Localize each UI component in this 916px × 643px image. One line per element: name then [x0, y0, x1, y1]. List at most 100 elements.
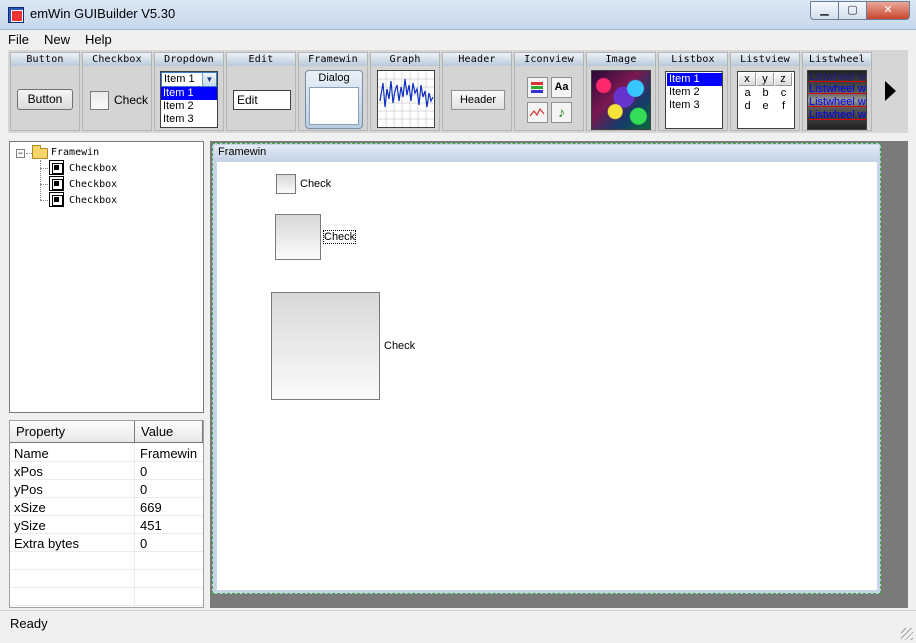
- design-framewin-title[interactable]: Framewin: [214, 145, 879, 160]
- right-edge: [908, 141, 916, 608]
- toolbar-scroll-right-icon[interactable]: [885, 81, 896, 101]
- listwheel-item: Listwheel wid: [809, 96, 866, 108]
- tool-image[interactable]: Image: [586, 52, 656, 131]
- tree-item-checkbox[interactable]: Checkbox: [69, 177, 117, 192]
- property-name: Extra bytes: [14, 536, 80, 551]
- tool-framewin[interactable]: Framewin Dialog: [298, 52, 368, 131]
- dropdown-selected: Item 1 ▼: [161, 72, 217, 87]
- tool-button[interactable]: Button Button: [10, 52, 80, 131]
- framewin-sample: Dialog: [305, 70, 363, 129]
- property-value[interactable]: Framewin: [140, 446, 197, 461]
- menu-help[interactable]: Help: [77, 30, 119, 50]
- property-value[interactable]: 0: [140, 464, 147, 479]
- tool-label: Framewin: [299, 53, 367, 66]
- dropdown-item: Item 2: [163, 100, 194, 112]
- column-header-property[interactable]: Property: [10, 421, 135, 442]
- listview-cell: d: [744, 100, 751, 112]
- chevron-down-icon: ▼: [202, 73, 216, 86]
- column-header-value[interactable]: Value: [135, 421, 203, 442]
- status-text: Ready: [10, 616, 48, 631]
- tool-label: Checkbox: [83, 53, 151, 66]
- design-checkbox-medium[interactable]: [275, 214, 321, 260]
- design-checkbox-small[interactable]: [276, 174, 296, 194]
- checkbox-icon: [49, 160, 64, 175]
- listview-sample: x y z a b c d e f: [737, 71, 795, 129]
- property-row[interactable]: xSize 669: [10, 498, 203, 516]
- tool-label: Iconview: [515, 53, 583, 66]
- tool-listbox[interactable]: Listbox Item 1 Item 2 Item 3: [658, 52, 728, 131]
- design-framewin-client[interactable]: Check Check Check: [217, 162, 877, 590]
- listview-header: x: [739, 73, 756, 86]
- property-name: yPos: [14, 482, 43, 497]
- checkbox-sample-label: Check: [114, 93, 149, 107]
- tree-item-checkbox[interactable]: Checkbox: [69, 161, 117, 176]
- image-sample: [591, 70, 651, 130]
- design-canvas[interactable]: Framewin Check Check Check: [210, 141, 908, 608]
- window-controls: ▁ ▢ ✕: [810, 1, 910, 20]
- resize-grip-icon[interactable]: [901, 628, 913, 640]
- tool-listwheel[interactable]: Listwheel Listwheel wid Listwheel wid Li…: [802, 52, 872, 131]
- tool-iconview[interactable]: Iconview Aa ♪: [514, 52, 584, 131]
- design-framewin[interactable]: Framewin Check Check Check: [212, 143, 881, 594]
- maximize-button[interactable]: ▢: [838, 1, 866, 20]
- listview-cell: b: [762, 87, 769, 99]
- design-checkbox-label[interactable]: Check: [322, 230, 357, 244]
- close-button[interactable]: ✕: [866, 1, 910, 20]
- minimize-button[interactable]: ▁: [810, 1, 838, 20]
- property-row-empty: [10, 588, 203, 606]
- music-note-icon: ♪: [551, 102, 572, 123]
- window-title: emWin GUIBuilder V5.30: [30, 6, 176, 21]
- tool-listview[interactable]: Listview x y z a b c d e f: [730, 52, 800, 131]
- listwheel-item: Listwheel wid: [809, 71, 866, 83]
- property-value[interactable]: 451: [140, 518, 162, 533]
- property-grid: Property Value Name Framewin xPos 0 yPos…: [9, 420, 204, 608]
- checkbox-sample-box: [90, 91, 109, 110]
- property-value[interactable]: 0: [140, 482, 147, 497]
- tool-header[interactable]: Header Header: [442, 52, 512, 131]
- listbox-item: Item 2: [669, 86, 700, 98]
- listview-cell: f: [781, 100, 786, 112]
- property-row-empty: [10, 570, 203, 588]
- menu-new[interactable]: New: [36, 30, 77, 50]
- listbox-item: Item 1: [667, 73, 722, 86]
- listview-cell: e: [762, 100, 769, 112]
- design-checkbox-label[interactable]: Check: [300, 178, 331, 190]
- tool-checkbox[interactable]: Checkbox Check: [82, 52, 152, 131]
- tree-line: [40, 200, 48, 201]
- design-checkbox-label[interactable]: Check: [384, 340, 415, 352]
- tree-line: [40, 160, 41, 200]
- tree-line: [40, 168, 48, 169]
- framewin-sample-client: [309, 87, 359, 125]
- checkbox-icon: [49, 192, 64, 207]
- header-sample: Header: [451, 90, 505, 110]
- edit-sample: Edit: [233, 90, 291, 110]
- tool-dropdown[interactable]: Dropdown Item 1 ▼ Item 1 Item 2 Item 3: [154, 52, 224, 131]
- tree-item-framewin[interactable]: Framewin: [51, 145, 99, 160]
- property-row[interactable]: yPos 0: [10, 480, 203, 498]
- listwheel-sample: Listwheel wid Listwheel wid Listwheel wi…: [807, 70, 867, 130]
- tree-line: [40, 184, 48, 185]
- property-row[interactable]: Name Framewin: [10, 444, 203, 462]
- tree-item-checkbox[interactable]: Checkbox: [69, 193, 117, 208]
- property-value[interactable]: 669: [140, 500, 162, 515]
- tool-label: Graph: [371, 53, 439, 66]
- listview-cell: c: [780, 87, 787, 99]
- property-row[interactable]: xPos 0: [10, 462, 203, 480]
- tool-graph[interactable]: Graph: [370, 52, 440, 131]
- menu-file[interactable]: File: [0, 30, 36, 50]
- tree-collapse-icon[interactable]: −: [16, 149, 25, 158]
- property-row[interactable]: ySize 451: [10, 516, 203, 534]
- dropdown-item: Item 3: [163, 113, 194, 125]
- font-icon: Aa: [551, 77, 572, 98]
- listwheel-item: Listwheel wid: [809, 109, 866, 121]
- tool-label: Header: [443, 53, 511, 66]
- property-name: Name: [14, 446, 49, 461]
- title-bar: emWin GUIBuilder V5.30 ▁ ▢ ✕: [0, 0, 916, 30]
- dropdown-selected-text: Item 1: [164, 73, 195, 85]
- tool-edit[interactable]: Edit Edit: [226, 52, 296, 131]
- property-row-empty: [10, 552, 203, 570]
- property-value[interactable]: 0: [140, 536, 147, 551]
- books-icon: [527, 77, 548, 98]
- property-row[interactable]: Extra bytes 0: [10, 534, 203, 552]
- design-checkbox-large[interactable]: [271, 292, 380, 400]
